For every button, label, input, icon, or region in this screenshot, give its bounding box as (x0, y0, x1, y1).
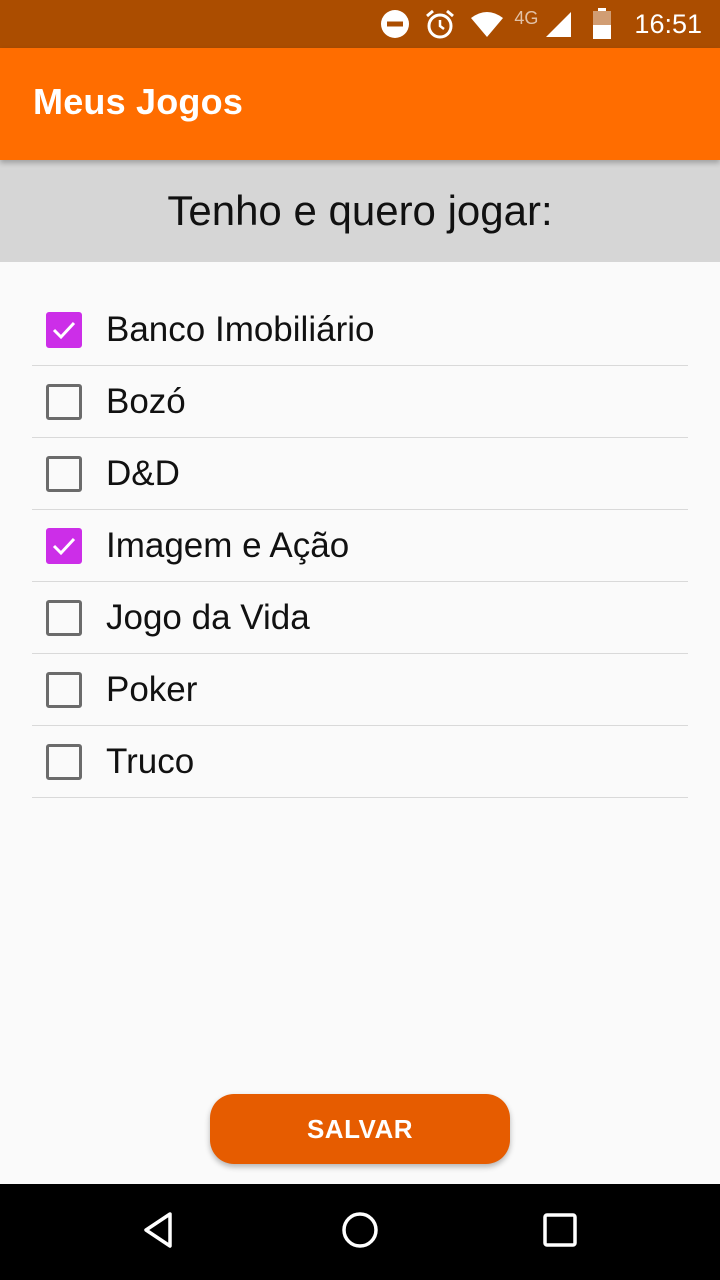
game-label: D&D (106, 453, 180, 493)
home-icon (340, 1210, 380, 1255)
wifi-icon (470, 10, 504, 38)
network-type-label: 4G (514, 7, 539, 28)
status-bar: 4G 16:51 (0, 0, 720, 48)
game-item[interactable]: Bozó (32, 366, 688, 438)
app-bar: Meus Jogos (0, 48, 720, 160)
app-title: Meus Jogos (33, 81, 244, 122)
checkbox[interactable] (46, 671, 82, 708)
navigation-bar (0, 1184, 720, 1280)
game-item[interactable]: Poker (32, 654, 688, 726)
game-label: Imagem e Ação (106, 525, 350, 565)
signal-icon (544, 10, 572, 38)
recents-icon (540, 1210, 580, 1255)
checkbox[interactable] (46, 599, 82, 636)
game-label: Banco Imobiliário (106, 309, 375, 349)
back-icon (140, 1210, 180, 1255)
checkbox[interactable] (46, 743, 82, 780)
alarm-icon (424, 8, 456, 40)
game-item[interactable]: Banco Imobiliário (32, 294, 688, 366)
checkbox[interactable] (46, 383, 82, 420)
game-item[interactable]: Jogo da Vida (32, 582, 688, 654)
back-button[interactable] (100, 1184, 220, 1280)
game-label: Poker (106, 669, 198, 709)
clock: 16:51 (634, 8, 702, 39)
checkbox[interactable] (46, 311, 82, 348)
screen: 4G 16:51 Meus Jogos Tenho e quero jogar: (0, 0, 720, 1280)
battery-icon (592, 8, 612, 40)
game-item[interactable]: Truco (32, 726, 688, 798)
game-list: Banco Imobiliário Bozó D&D Imagem e Ação… (32, 294, 688, 798)
game-item[interactable]: Imagem e Ação (32, 510, 688, 582)
game-label: Truco (106, 741, 195, 781)
game-label: Jogo da Vida (106, 597, 310, 637)
game-item[interactable]: D&D (32, 438, 688, 510)
recents-button[interactable] (500, 1184, 620, 1280)
section-title: Tenho e quero jogar: (167, 187, 553, 234)
checkbox[interactable] (46, 455, 82, 492)
checkbox[interactable] (46, 527, 82, 564)
save-button[interactable]: SALVAR (210, 1094, 510, 1164)
game-label: Bozó (106, 381, 186, 421)
home-button[interactable] (300, 1184, 420, 1280)
do-not-disturb-icon (380, 9, 410, 39)
section-header: Tenho e quero jogar: (0, 160, 720, 262)
